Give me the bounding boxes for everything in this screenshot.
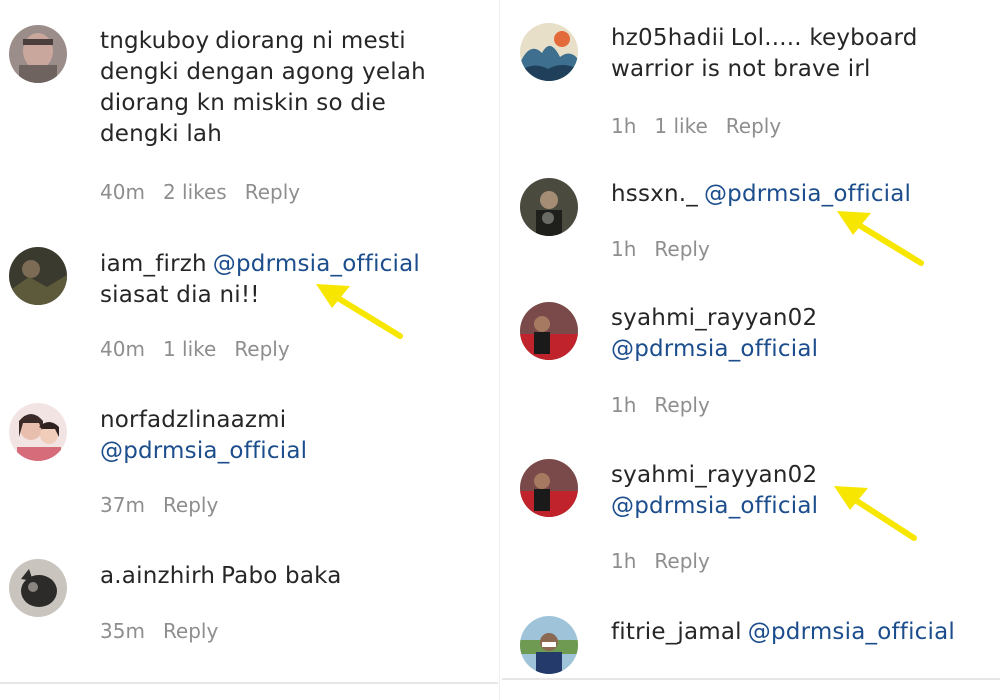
username-link[interactable]: norfadzlinaazmi	[100, 407, 286, 433]
avatar[interactable]	[9, 247, 67, 305]
avatar[interactable]	[520, 23, 578, 81]
mention-link[interactable]: @pdrmsia_official	[611, 336, 818, 362]
username-link[interactable]: tngkuboy	[100, 28, 209, 54]
comment-meta: 1h Reply	[611, 549, 728, 573]
timestamp: 37m	[100, 493, 145, 517]
comment-body-line: diorang kn miskin so die	[100, 90, 386, 116]
comment-body: siasat dia ni!!	[100, 282, 260, 308]
comment-body: Lol..... keyboard	[730, 25, 918, 51]
mention-link[interactable]: @pdrmsia_official	[611, 493, 818, 519]
username-link[interactable]: fitrie_jamal	[611, 619, 742, 645]
likes-count[interactable]: 1 like	[163, 337, 216, 361]
timestamp: 1h	[611, 114, 637, 138]
username-link[interactable]: hz05hadii	[611, 25, 725, 51]
right-comment-column: hz05hadii Lol..... keyboard warrior is no…	[500, 0, 1000, 700]
comment-body: diorang ni mesti	[215, 28, 406, 54]
comment-text: iam_firzh @pdrmsia_official siasat dia ni…	[100, 249, 490, 311]
comment-body-line: dengki dengan agong yelah	[100, 59, 426, 85]
comment-body-line: dengki lah	[100, 121, 223, 147]
reply-button[interactable]: Reply	[654, 549, 709, 573]
reply-button[interactable]: Reply	[234, 337, 289, 361]
comment-text: syahmi_rayyan02 @pdrmsia_official	[611, 460, 991, 522]
comment-text: fitrie_jamal @pdrmsia_official	[611, 617, 1000, 648]
comments-screenshot: tngkuboy diorang ni mesti dengki dengan a…	[0, 0, 1000, 700]
left-comment-column: tngkuboy diorang ni mesti dengki dengan a…	[0, 0, 500, 700]
timestamp: 1h	[611, 549, 637, 573]
mention-link[interactable]: @pdrmsia_official	[748, 619, 955, 645]
mention-link[interactable]: @pdrmsia_official	[100, 438, 307, 464]
mention-link[interactable]: @pdrmsia_official	[213, 251, 420, 277]
likes-count[interactable]: 2 likes	[163, 180, 227, 204]
comment-body: Pabo baka	[221, 563, 342, 589]
username-link[interactable]: iam_firzh	[100, 251, 207, 277]
yellow-arrow-icon	[837, 211, 924, 266]
comment-text: norfadzlinaazmi @pdrmsia_official	[100, 405, 490, 467]
timestamp: 1h	[611, 237, 637, 261]
comment-meta: 40m 1 like Reply	[100, 337, 308, 361]
reply-button[interactable]: Reply	[163, 493, 218, 517]
reply-button[interactable]: Reply	[654, 393, 709, 417]
comment-body-line: warrior is not brave irl	[611, 56, 871, 82]
yellow-arrow-icon	[316, 284, 403, 339]
comment-text: hz05hadii Lol..... keyboard warrior is no…	[611, 23, 991, 85]
comment-meta: 37m Reply	[100, 493, 236, 517]
comment-meta: 35m Reply	[100, 619, 236, 643]
avatar[interactable]	[520, 178, 578, 236]
comment-text: tngkuboy diorang ni mesti dengki dengan a…	[100, 26, 490, 150]
avatar[interactable]	[9, 25, 67, 83]
username-link[interactable]: a.ainzhirh	[100, 563, 215, 589]
username-link[interactable]: hssxn._	[611, 181, 698, 207]
timestamp: 1h	[611, 393, 637, 417]
likes-count[interactable]: 1 like	[654, 114, 707, 138]
avatar[interactable]	[520, 459, 578, 517]
mention-link[interactable]: @pdrmsia_official	[704, 181, 911, 207]
comment-meta: 1h Reply	[611, 237, 728, 261]
comment-text: syahmi_rayyan02 @pdrmsia_official	[611, 303, 991, 365]
reply-button[interactable]: Reply	[245, 180, 300, 204]
timestamp: 35m	[100, 619, 145, 643]
avatar[interactable]	[9, 559, 67, 617]
reply-button[interactable]: Reply	[163, 619, 218, 643]
timestamp: 40m	[100, 337, 145, 361]
avatar[interactable]	[520, 616, 578, 674]
timestamp: 40m	[100, 180, 145, 204]
comment-meta: 1h 1 like Reply	[611, 114, 799, 138]
comment-meta: 40m 2 likes Reply	[100, 180, 318, 204]
username-link[interactable]: syahmi_rayyan02	[611, 462, 817, 488]
username-link[interactable]: syahmi_rayyan02	[611, 305, 817, 331]
comment-text: hssxn._ @pdrmsia_official	[611, 179, 991, 210]
comment-meta: 1h Reply	[611, 393, 728, 417]
yellow-arrow-icon	[834, 486, 917, 541]
avatar[interactable]	[520, 302, 578, 360]
comment-text: a.ainzhirh Pabo baka	[100, 561, 490, 592]
reply-button[interactable]: Reply	[726, 114, 781, 138]
avatar[interactable]	[9, 403, 67, 461]
reply-button[interactable]: Reply	[654, 237, 709, 261]
